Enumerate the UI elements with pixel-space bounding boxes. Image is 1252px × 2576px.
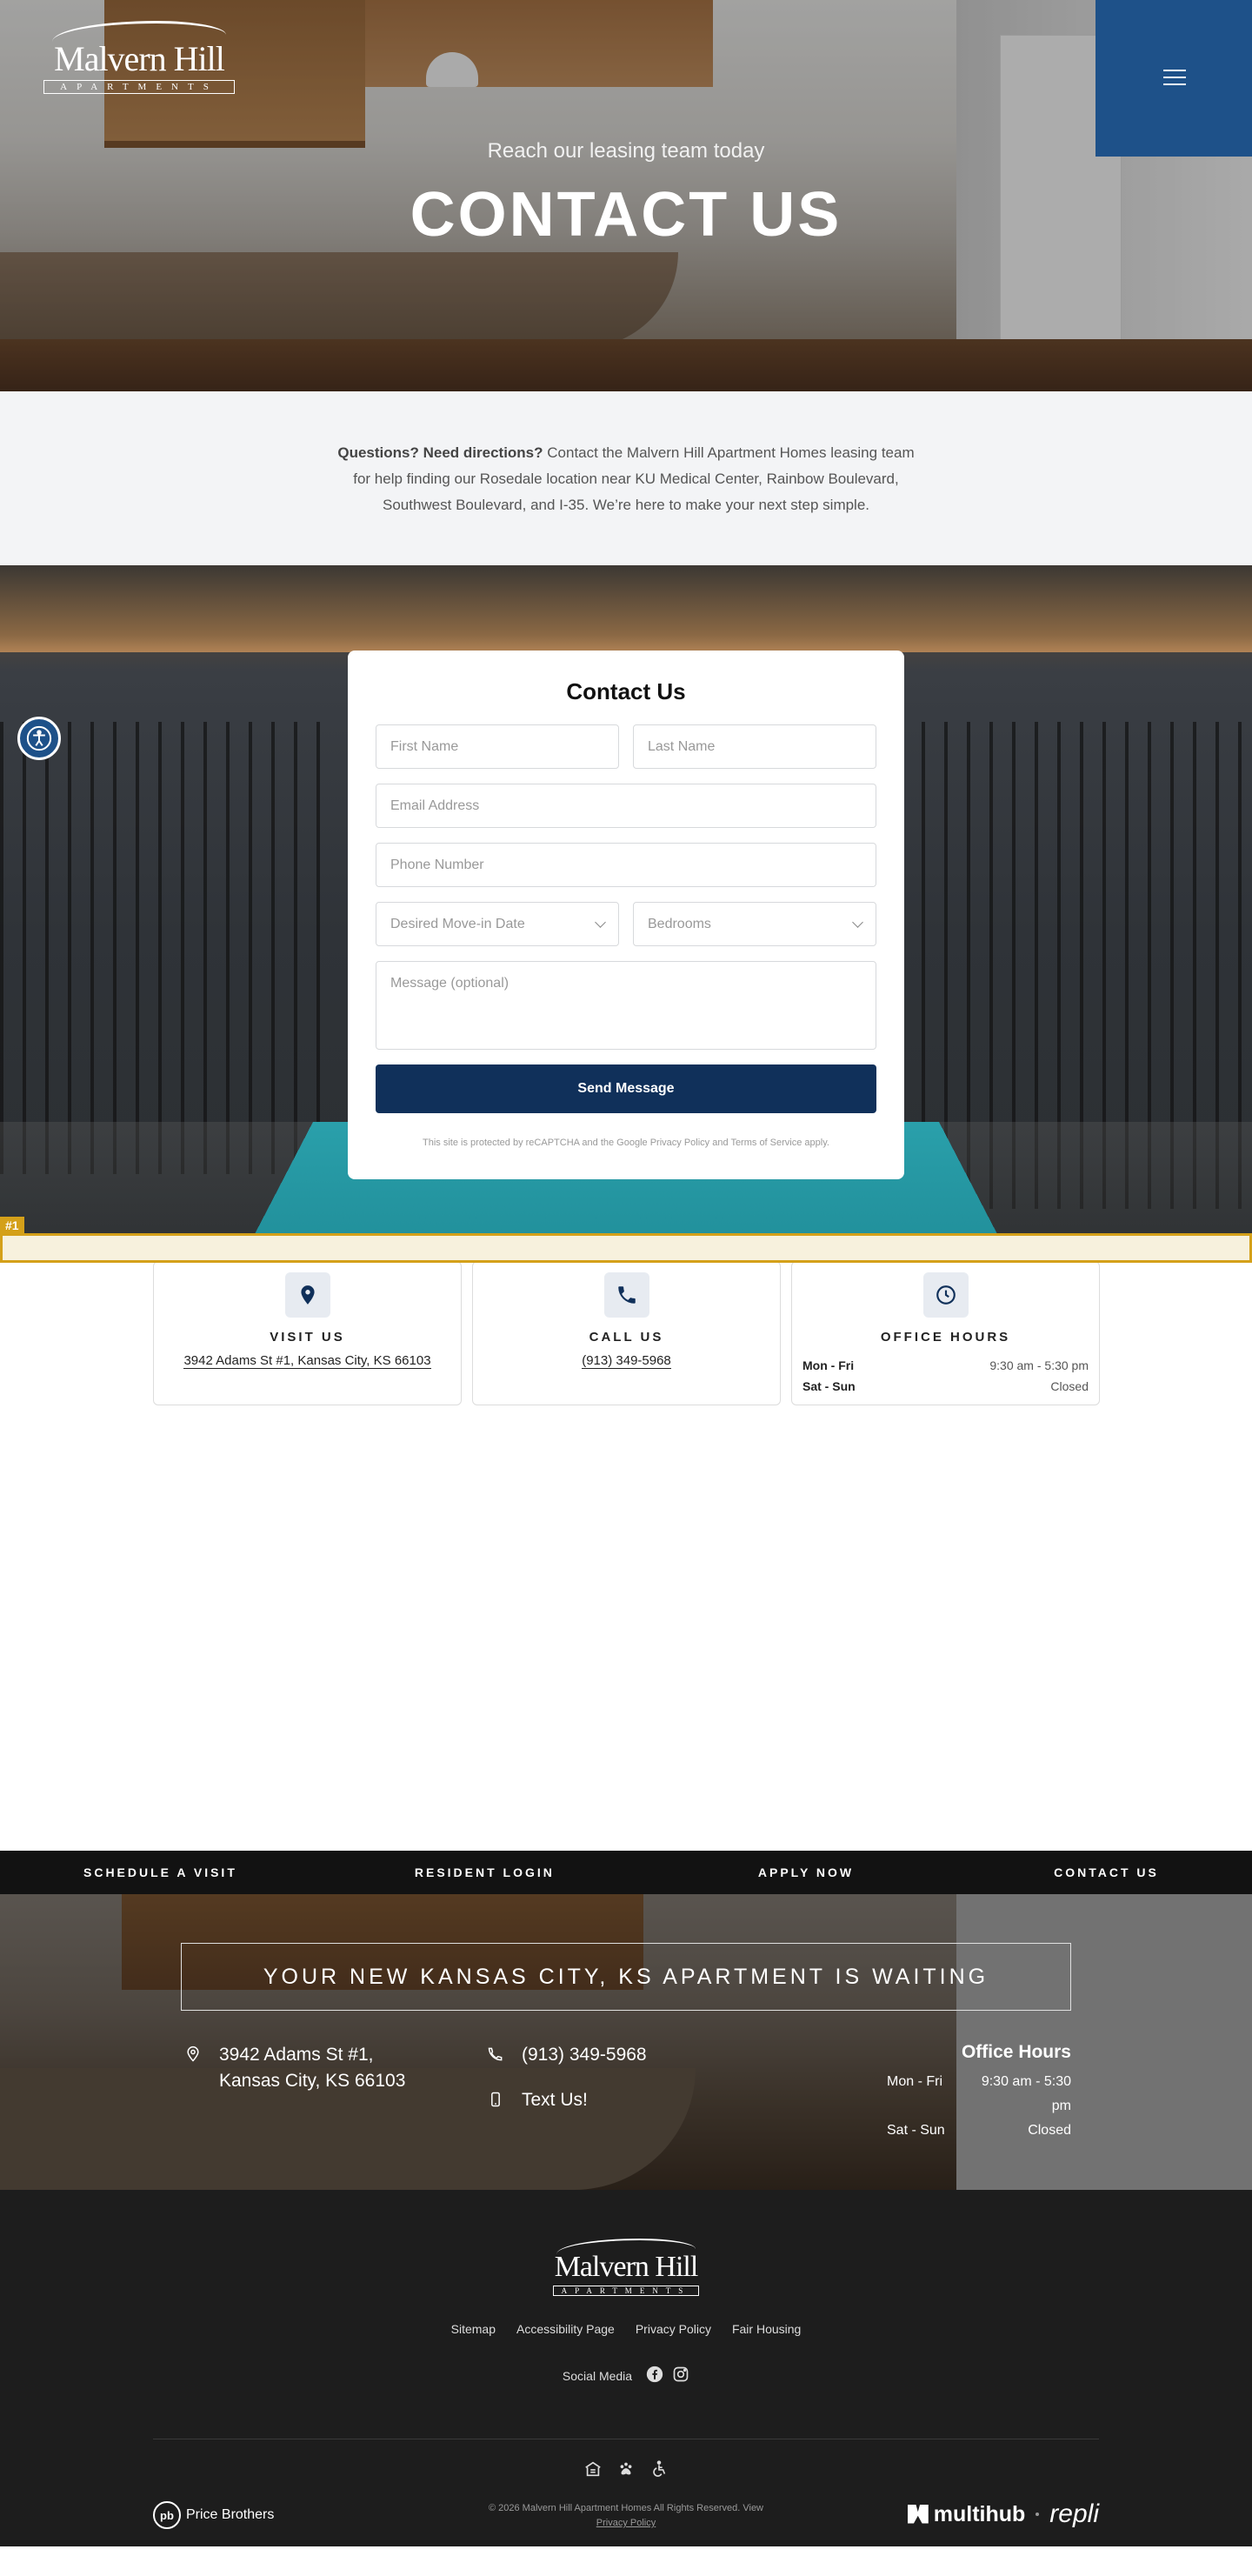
hero-tagline: Reach our leasing team today (487, 139, 765, 163)
message-textarea[interactable]: Message (optional) (376, 961, 876, 1050)
privacy-policy-link[interactable]: Privacy Policy (636, 2322, 711, 2336)
map-pin-icon (300, 1285, 315, 1305)
address-link[interactable]: 3942 Adams St #1, Kansas City, KS 66103 (183, 1353, 431, 1369)
wheelchair-icon (653, 2460, 666, 2477)
cta-hours-title: Office Hours (961, 2042, 1071, 2062)
phone-input[interactable]: Phone Number (376, 843, 876, 887)
hamburger-icon (1163, 70, 1186, 85)
cta-section: YOUR NEW KANSAS CITY, KS APARTMENT IS WA… (0, 1894, 1252, 2190)
page-title: CONTACT US (410, 180, 842, 250)
contact-form-section: Contact Us First Name Last Name Email Ad… (0, 565, 1252, 1233)
footer-logo[interactable]: Malvern Hill APARTMENTS (548, 2239, 704, 2299)
send-message-button[interactable]: Send Message (376, 1064, 876, 1113)
compliance-icons (0, 2459, 1252, 2479)
office-hours-card: OFFICE HOURS Mon - Fri 9:30 am - 5:30 pm … (791, 1261, 1100, 1405)
social-media: Social Media (0, 2366, 1252, 2386)
partner-brands: multihub repli (907, 2499, 1099, 2529)
accessibility-page-link[interactable]: Accessibility Page (516, 2322, 615, 2336)
sitemap-link[interactable]: Sitemap (451, 2322, 496, 2336)
cta-office-hours: Office Hours Mon - Fri 9:30 am - 5:30 pm … (887, 2042, 1071, 2143)
chevron-down-icon (852, 916, 863, 928)
fair-housing-link[interactable]: Fair Housing (732, 2322, 801, 2336)
repli-logo[interactable]: repli (1049, 2499, 1099, 2529)
cta-phone[interactable]: (913) 349-5968 (487, 2042, 647, 2068)
chevron-down-icon (595, 916, 606, 928)
cta-headline: YOUR NEW KANSAS CITY, KS APARTMENT IS WA… (181, 1943, 1071, 2011)
visit-us-card: VISIT US 3942 Adams St #1, Kansas City, … (153, 1261, 462, 1405)
map-pin-icon (187, 2045, 199, 2062)
office-hours-title: OFFICE HOURS (880, 1330, 1011, 1345)
visit-us-title: VISIT US (270, 1330, 345, 1345)
last-name-input[interactable]: Last Name (633, 724, 876, 769)
multihub-logo[interactable]: multihub (907, 2502, 1025, 2527)
email-input[interactable]: Email Address (376, 784, 876, 828)
intro-lead: Questions? Need directions? (337, 444, 543, 461)
call-us-card: CALL US (913) 349-5968 (472, 1261, 781, 1405)
equal-housing-icon (585, 2461, 601, 2477)
multihub-icon (907, 2504, 929, 2524)
schedule-visit-link[interactable]: SCHEDULE A VISIT (83, 1865, 237, 1879)
footer-privacy-link[interactable]: Privacy Policy (596, 2518, 656, 2528)
recaptcha-notice: This site is protected by reCAPTCHA and … (423, 1138, 829, 1148)
cta-text-us[interactable]: Text Us! (487, 2087, 588, 2113)
contact-form: Contact Us First Name Last Name Email Ad… (348, 651, 904, 1179)
site-footer: Malvern Hill APARTMENTS Sitemap Accessib… (0, 2190, 1252, 2546)
contact-us-link[interactable]: CONTACT US (1054, 1865, 1159, 1879)
intro-section: Questions? Need directions? Contact the … (0, 391, 1252, 565)
hours-row: Sat - Sun Closed (802, 1379, 1089, 1393)
apply-now-link[interactable]: APPLY NOW (758, 1865, 854, 1879)
cta-nav-strip: SCHEDULE A VISIT RESIDENT LOGIN APPLY NO… (0, 1851, 1252, 1894)
hours-row: Mon - Fri 9:30 am - 5:30 pm (802, 1358, 1089, 1372)
phone-icon (617, 1286, 636, 1304)
first-name-input[interactable]: First Name (376, 724, 619, 769)
instagram-link[interactable] (672, 2366, 689, 2386)
social-media-label: Social Media (562, 2368, 633, 2383)
facebook-icon (646, 2366, 663, 2383)
resident-login-link[interactable]: RESIDENT LOGIN (415, 1865, 555, 1879)
bedrooms-select[interactable]: Bedrooms (633, 902, 876, 946)
hours-row: Sat - Sun Closed (887, 2123, 1071, 2138)
call-us-title: CALL US (589, 1330, 664, 1345)
logo-name: Malvern Hill (54, 39, 225, 78)
form-title: Contact Us (566, 678, 686, 704)
accessibility-icon (26, 725, 52, 751)
contact-info-section: VISIT US 3942 Adams St #1, Kansas City, … (0, 1233, 1252, 1851)
move-in-date-select[interactable]: Desired Move-in Date (376, 902, 619, 946)
phone-icon (488, 2047, 503, 2061)
pet-friendly-icon (620, 2462, 632, 2475)
clock-icon (936, 1285, 956, 1305)
accessibility-button[interactable] (17, 717, 61, 760)
footer-links: Sitemap Accessibility Page Privacy Polic… (0, 2322, 1252, 2336)
cta-address[interactable]: 3942 Adams St #1, Kansas City, KS 66103 (184, 2042, 405, 2094)
phone-link[interactable]: (913) 349-5968 (582, 1353, 671, 1369)
site-logo[interactable]: Malvern Hill APARTMENTS (43, 21, 235, 94)
facebook-link[interactable] (646, 2366, 663, 2386)
instagram-icon (673, 2366, 689, 2382)
office-hours-list: Mon - Fri 9:30 am - 5:30 pm Sat - Sun Clos… (792, 1355, 1099, 1397)
intro-text: Questions? Need directions? Contact the … (330, 440, 922, 518)
hero-section: Malvern Hill APARTMENTS Reach our leasin… (0, 0, 1252, 391)
menu-button[interactable] (1096, 0, 1252, 157)
marker-label: #1 (0, 1217, 24, 1234)
highlight-marker: #1 (0, 1217, 1252, 1263)
hours-row: Mon - Fri 9:30 am - 5:30 pm (887, 2074, 1071, 2113)
logo-subtitle: APARTMENTS (43, 80, 235, 94)
bg-fence-left (0, 722, 330, 1174)
mobile-icon (491, 2092, 500, 2107)
